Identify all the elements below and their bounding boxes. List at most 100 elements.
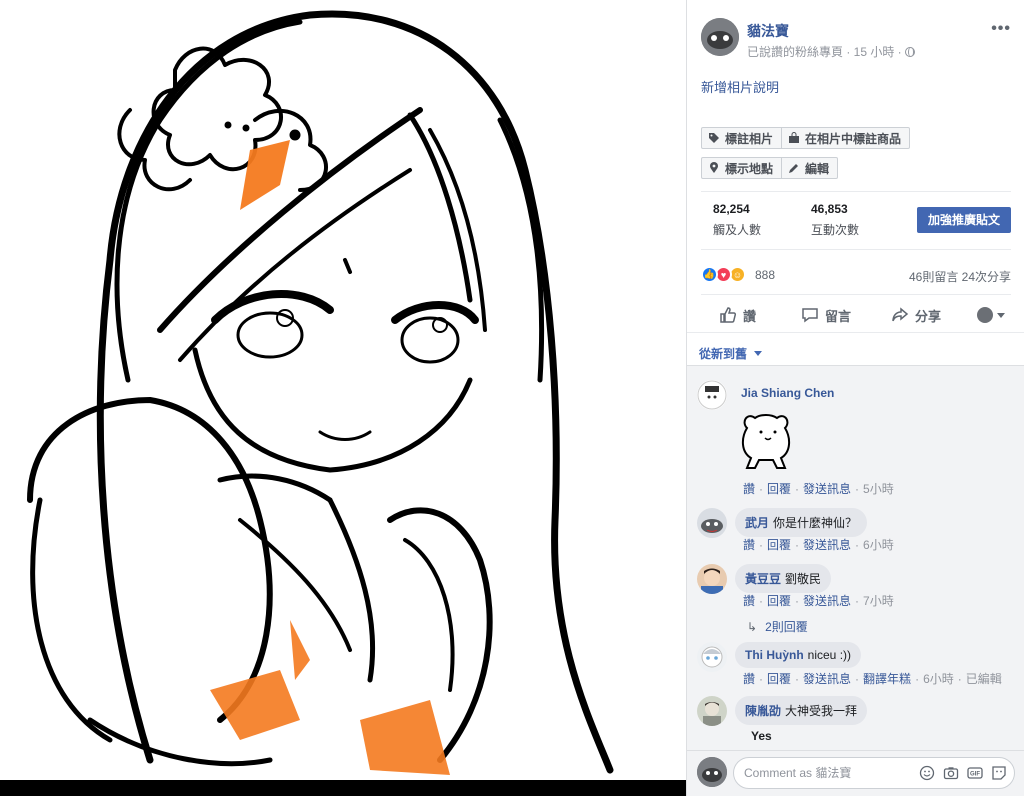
comment-followup-text: Yes xyxy=(751,729,772,743)
comment-time[interactable]: 6小時 xyxy=(863,538,894,552)
add-location-button[interactable]: 標示地點 xyxy=(701,157,783,179)
like-button[interactable]: 讚 xyxy=(719,306,756,325)
tag-photo-label: 標註相片 xyxy=(725,131,774,146)
page-avatar[interactable] xyxy=(701,18,739,56)
comments-list: Jia Shiang Chen 讚 · 回覆 · 發送訊息 · 5小時 武月 你是什麼神仙？ … xyxy=(687,365,1024,750)
comment-actions: 讚 · 回覆 · 發送訊息 · 6小時 xyxy=(743,538,894,552)
page-meta: 已說讚的粉絲專頁 · 15 小時 · xyxy=(747,43,915,60)
composer-icons: GIF xyxy=(919,765,1007,781)
comment-time[interactable]: 6小時 xyxy=(923,672,954,686)
comment-like-link[interactable]: 讚 xyxy=(743,538,755,552)
comment-actions: 讚 · 回覆 · 發送訊息 · 7小時 xyxy=(743,594,894,608)
comment-reply-link[interactable]: 回覆 xyxy=(767,672,791,686)
comment-like-link[interactable]: 讚 xyxy=(743,594,755,608)
comment-time[interactable]: 5小時 xyxy=(863,482,894,496)
tag-toolbar-row-2: 標示地點 編輯 xyxy=(701,157,839,179)
comment-sort-dropdown[interactable]: 從新到舊 xyxy=(699,345,763,362)
shopping-bag-icon xyxy=(788,132,800,144)
comment-message-link[interactable]: 發送訊息 xyxy=(803,594,851,608)
anime-girl-illustration xyxy=(27,10,614,775)
comment-bubble: Thi Huỳnh niceu :)) xyxy=(735,642,862,668)
post-insights: 82,254 觸及人數 46,853 互動次數 加強推廣貼文 xyxy=(701,202,1011,242)
comment-message-link[interactable]: 發送訊息 xyxy=(803,538,851,552)
comment-item: Thi Huỳnh niceu :)) 讚 · 回覆 · 發送訊息 · 翻譯年糕 · 6小時 · 已編… xyxy=(697,642,1017,692)
like-reaction-icon: 👍 xyxy=(701,266,718,283)
divider xyxy=(701,249,1011,250)
camera-icon[interactable] xyxy=(943,765,959,781)
page-name-link[interactable]: 貓法寶 xyxy=(747,21,789,41)
comment-reply-link[interactable]: 回覆 xyxy=(767,482,791,496)
comment-bubble: 陳胤劭 大神受我一拜 xyxy=(735,696,868,725)
commenter-name[interactable]: 陳胤劭 xyxy=(745,704,781,718)
share-label: 分享 xyxy=(915,308,942,324)
comment-reply-link[interactable]: 回覆 xyxy=(767,594,791,608)
comment-text: niceu :)) xyxy=(807,648,852,662)
comment-item: 武月 你是什麼神仙？ 讚 · 回覆 · 發送訊息 · 6小時 xyxy=(697,508,1017,558)
location-pin-icon xyxy=(708,162,720,174)
comment-item: 陳胤劭 大神受我一拜 Yes xyxy=(697,696,1017,750)
reach-stat[interactable]: 82,254 觸及人數 xyxy=(713,202,761,238)
tag-photo-button[interactable]: 標註相片 xyxy=(701,127,783,149)
commenter-avatar[interactable] xyxy=(697,564,727,594)
comment-like-link[interactable]: 讚 xyxy=(743,482,755,496)
tag-products-label: 在相片中標註商品 xyxy=(805,131,902,146)
commenter-avatar[interactable] xyxy=(697,696,727,726)
comment-message-link[interactable]: 發送訊息 xyxy=(803,482,851,496)
more-options-icon[interactable]: ••• xyxy=(991,20,1011,38)
comment-time[interactable]: 7小時 xyxy=(863,594,894,608)
share-icon xyxy=(892,307,909,322)
tag-icon xyxy=(708,132,720,144)
act-as-selector[interactable] xyxy=(977,307,1005,323)
divider xyxy=(687,332,1024,333)
comment-edited-label[interactable]: 已編輯 xyxy=(966,672,1002,686)
comment-text: 劉敬民 xyxy=(785,572,822,586)
comment-message-link[interactable]: 發送訊息 xyxy=(803,672,851,686)
emoji-icon[interactable] xyxy=(919,765,935,781)
chevron-down-icon xyxy=(754,351,763,356)
comment-reply-link[interactable]: 回覆 xyxy=(767,538,791,552)
edit-button[interactable]: 編輯 xyxy=(782,157,839,179)
tag-products-button[interactable]: 在相片中標註商品 xyxy=(782,127,911,149)
commenter-name[interactable]: Jia Shiang Chen xyxy=(741,386,834,400)
reach-value: 82,254 xyxy=(713,202,750,216)
pencil-icon xyxy=(788,162,800,174)
comment-like-link[interactable]: 讚 xyxy=(743,672,755,686)
comment-bubble: 黃豆豆 劉敬民 xyxy=(735,564,832,593)
reaction-icons[interactable]: 👍 ♥ ☺ xyxy=(701,266,746,283)
comment-icon xyxy=(802,308,818,323)
share-button[interactable]: 分享 xyxy=(891,306,941,325)
composer-avatar xyxy=(697,757,727,787)
commenter-name[interactable]: 武月 xyxy=(745,516,769,530)
photo-viewer xyxy=(0,0,686,796)
page-meta-text: 已說讚的粉絲專頁 · 15 小時 · xyxy=(747,45,902,59)
commenter-avatar[interactable] xyxy=(697,508,727,538)
thumbs-up-icon xyxy=(720,307,737,323)
view-replies-link[interactable]: ↳ 2則回覆 xyxy=(747,618,808,635)
replies-count: 2則回覆 xyxy=(765,620,808,634)
commenter-avatar[interactable] xyxy=(697,380,727,410)
engagement-stat[interactable]: 46,853 互動次數 xyxy=(811,202,859,238)
reach-label: 觸及人數 xyxy=(713,223,762,237)
reactions-bar: 👍 ♥ ☺ 888 46則留言 24次分享 xyxy=(701,265,1011,285)
page-avatar-small xyxy=(977,307,993,323)
commenter-name[interactable]: Thi Huỳnh xyxy=(745,648,804,662)
sort-label: 從新到舊 xyxy=(699,347,748,361)
reaction-count[interactable]: 888 xyxy=(755,268,775,282)
gif-icon[interactable]: GIF xyxy=(967,765,983,781)
reply-arrow-icon: ↳ xyxy=(747,620,758,634)
comment-actions: 讚 · 回覆 · 發送訊息 · 5小時 xyxy=(743,482,894,496)
comment-translate-link[interactable]: 翻譯年糕 xyxy=(863,672,911,686)
sticker-icon[interactable] xyxy=(991,765,1007,781)
comment-sticker[interactable] xyxy=(735,406,799,472)
engagement-value: 46,853 xyxy=(811,202,848,216)
tag-toolbar-row-1: 標註相片 在相片中標註商品 xyxy=(701,127,911,149)
add-caption-link[interactable]: 新增相片說明 xyxy=(701,77,779,96)
comment-composer: Comment as 貓法寶 GIF xyxy=(687,750,1024,796)
post-actions: 讚 留言 分享 xyxy=(701,300,1011,330)
post-photo[interactable] xyxy=(0,0,686,780)
commenter-avatar[interactable] xyxy=(697,642,727,672)
comment-share-count[interactable]: 46則留言 24次分享 xyxy=(909,268,1011,285)
boost-post-button[interactable]: 加強推廣貼文 xyxy=(916,207,1011,233)
commenter-name[interactable]: 黃豆豆 xyxy=(745,572,781,586)
post-header: 貓法寶 已說讚的粉絲專頁 · 15 小時 · ••• xyxy=(701,16,1011,60)
